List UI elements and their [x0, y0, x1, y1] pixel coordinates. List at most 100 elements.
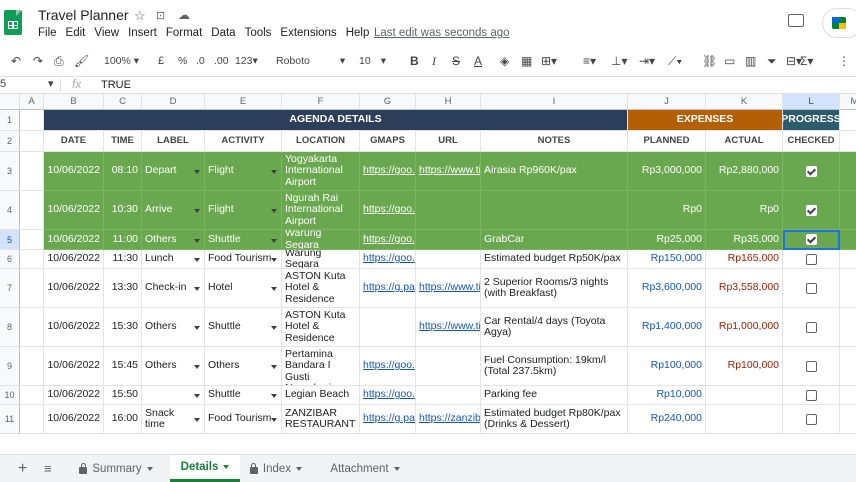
gmaps-cell[interactable]: [360, 308, 416, 347]
cell-col-m[interactable]: [840, 230, 856, 250]
text-wrap-icon[interactable]: ⇥▾: [639, 54, 655, 68]
label-dropdown[interactable]: [142, 386, 205, 405]
checkbox[interactable]: [805, 389, 817, 401]
move-folder-icon[interactable]: ⊡: [156, 9, 165, 22]
activity-dropdown[interactable]: Shuttle: [205, 230, 282, 250]
gmaps-cell[interactable]: https://goo.gl: [360, 152, 416, 191]
column-header[interactable]: F: [282, 94, 360, 110]
label-dropdown[interactable]: Snack time: [142, 405, 205, 434]
actual-amount-cell[interactable]: Rp100,000: [706, 347, 783, 386]
gmaps-link[interactable]: https://goo.gl: [363, 389, 415, 401]
print-icon[interactable]: ⎙: [54, 54, 64, 69]
more-options-icon[interactable]: ⋮: [838, 54, 850, 68]
planned-amount-cell[interactable]: Rp3,600,000: [628, 269, 706, 308]
comments-icon[interactable]: [788, 14, 804, 27]
planned-amount-cell[interactable]: Rp0: [628, 191, 706, 230]
checkbox[interactable]: [805, 204, 817, 216]
cell-col-m[interactable]: [840, 405, 856, 434]
column-header[interactable]: G: [360, 94, 416, 110]
cell-col-m[interactable]: [840, 131, 856, 152]
checked-cell[interactable]: [783, 269, 840, 308]
cell-col-m[interactable]: [840, 191, 856, 230]
label-dropdown[interactable]: Check-in: [142, 269, 205, 308]
text-rotation-icon[interactable]: ⟋▾: [668, 54, 682, 69]
activity-dropdown[interactable]: Shuttle: [205, 308, 282, 347]
column-header[interactable]: J: [628, 94, 706, 110]
menu-insert[interactable]: Insert: [128, 27, 157, 39]
bold-button[interactable]: B: [410, 54, 419, 68]
cell-col-a[interactable]: [20, 191, 44, 230]
menu-extensions[interactable]: Extensions: [280, 27, 336, 39]
gmaps-cell[interactable]: https://goo.gl: [360, 386, 416, 405]
date-cell[interactable]: 10/06/2022: [44, 152, 104, 191]
notes-cell[interactable]: 2 Superior Rooms/3 nights (with Breakfas…: [481, 269, 628, 308]
italic-button[interactable]: I: [432, 54, 436, 69]
cell-col-a[interactable]: [20, 308, 44, 347]
cell-col-a[interactable]: [20, 347, 44, 386]
checked-cell[interactable]: [783, 308, 840, 347]
url-cell[interactable]: https://www.tiket.com: [416, 152, 481, 191]
text-color-button[interactable]: A: [474, 54, 482, 68]
actual-amount-cell[interactable]: [706, 386, 783, 405]
insert-chart-icon[interactable]: ▥: [745, 54, 756, 68]
location-cell[interactable]: Legian Beach: [282, 386, 360, 405]
gmaps-cell[interactable]: https://goo.gl: [360, 250, 416, 269]
cell-col-a[interactable]: [20, 110, 44, 131]
filter-icon[interactable]: ⏷: [767, 54, 777, 69]
checkbox[interactable]: [805, 165, 817, 177]
row-header[interactable]: 11: [0, 405, 20, 434]
checkbox[interactable]: [805, 413, 817, 425]
sheet-tab-attachment[interactable]: Attachment: [318, 455, 412, 482]
notes-cell[interactable]: Estimated budget Rp50K/pax: [481, 250, 628, 269]
cell-col-a[interactable]: [20, 269, 44, 308]
row-header[interactable]: 1: [0, 110, 20, 131]
planned-amount-cell[interactable]: Rp240,000: [628, 405, 706, 434]
sheets-logo-icon[interactable]: [4, 10, 22, 35]
activity-dropdown[interactable]: Flight: [205, 191, 282, 230]
cell-col-m[interactable]: [840, 152, 856, 191]
location-cell[interactable]: SPBU Pertamina Bandara I Gusti Ngurahrai: [282, 347, 360, 386]
column-header[interactable]: H: [416, 94, 481, 110]
cell-col-m[interactable]: [840, 386, 856, 405]
borders-icon[interactable]: ▦: [521, 54, 532, 68]
zoom-select[interactable]: 100% ▾: [104, 55, 139, 67]
row-header[interactable]: 8: [0, 308, 20, 347]
gmaps-link[interactable]: https://goo.gl: [363, 233, 415, 246]
column-header[interactable]: K: [706, 94, 783, 110]
actual-amount-cell[interactable]: Rp3,558,000: [706, 269, 783, 308]
url-cell[interactable]: [416, 347, 481, 386]
date-cell[interactable]: 10/06/2022: [44, 191, 104, 230]
url-link[interactable]: https://www.tiket.com: [419, 165, 480, 177]
column-header[interactable]: D: [142, 94, 205, 110]
decrease-decimal-button[interactable]: .0: [196, 55, 205, 67]
last-edit-link[interactable]: Last edit was seconds ago: [374, 27, 510, 39]
checked-cell[interactable]: [783, 250, 840, 269]
date-cell[interactable]: 10/06/2022: [44, 269, 104, 308]
checkbox[interactable]: [805, 360, 817, 372]
add-sheet-icon[interactable]: +: [18, 455, 27, 482]
label-dropdown[interactable]: Lunch: [142, 250, 205, 269]
column-header[interactable]: L: [783, 94, 840, 110]
date-cell[interactable]: 10/06/2022: [44, 347, 104, 386]
location-cell[interactable]: Warung Segara: [282, 230, 360, 250]
gmaps-cell[interactable]: https://g.page: [360, 269, 416, 308]
actual-amount-cell[interactable]: [706, 405, 783, 434]
url-cell[interactable]: [416, 250, 481, 269]
checkbox[interactable]: [805, 321, 817, 333]
location-cell[interactable]: ASTON Kuta Hotel & Residence: [282, 308, 360, 347]
gmaps-cell[interactable]: https://goo.gl: [360, 347, 416, 386]
gmaps-link[interactable]: https://goo.gl: [363, 253, 415, 265]
increase-decimal-button[interactable]: .00: [214, 55, 229, 67]
notes-cell[interactable]: Fuel Consumption: 19km/l (Total 237.5km): [481, 347, 628, 386]
column-header[interactable]: B: [44, 94, 104, 110]
column-header[interactable]: E: [205, 94, 282, 110]
column-header[interactable]: M: [840, 94, 856, 110]
gmaps-link[interactable]: https://goo.gl: [363, 165, 415, 177]
currency-format-button[interactable]: £: [158, 55, 164, 67]
label-dropdown[interactable]: Others: [142, 347, 205, 386]
planned-amount-cell[interactable]: Rp25,000: [628, 230, 706, 250]
font-size-select[interactable]: 10 ▾: [359, 55, 386, 67]
date-cell[interactable]: 10/06/2022: [44, 250, 104, 269]
row-header[interactable]: 5: [0, 230, 20, 250]
actual-amount-cell[interactable]: Rp0: [706, 191, 783, 230]
